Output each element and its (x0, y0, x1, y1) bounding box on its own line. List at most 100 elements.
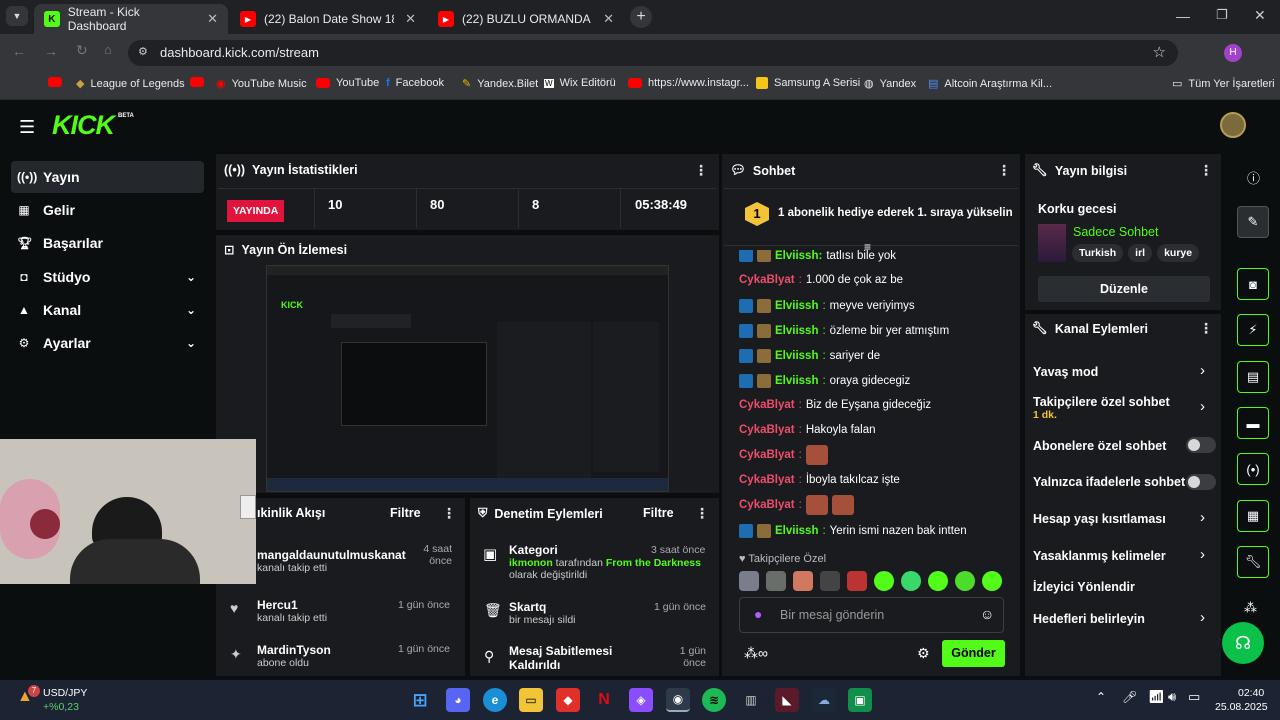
tag-chip[interactable]: irl (1128, 244, 1153, 262)
bookmark-lol[interactable]: ◆ League of Legends (76, 77, 185, 91)
discord-icon[interactable]: ◕ (446, 688, 470, 712)
file-explorer-icon[interactable]: ▭ (519, 688, 543, 712)
hamburger-menu-icon[interactable]: ☰ (19, 117, 35, 138)
back-icon[interactable]: ← (12, 43, 26, 59)
clock-time[interactable]: 02:40 (1238, 687, 1264, 699)
volume-icon[interactable]: 🔊︎ (1168, 689, 1176, 705)
tools-icon[interactable]: 🔧︎ (1237, 546, 1269, 578)
chat-username[interactable]: Elviissh (775, 350, 818, 362)
bookmark-samsung[interactable]: Samsung A Serisi (756, 77, 860, 89)
tab-search-button[interactable]: ▼ (6, 6, 28, 26)
category-name[interactable]: Sadece Sohbet (1073, 225, 1159, 239)
kick-app-icon[interactable]: ▣ (848, 688, 872, 712)
tab-close-icon[interactable]: ✕ (405, 11, 416, 27)
bookmark-yt-3[interactable]: YouTube (316, 77, 379, 89)
home-icon[interactable]: ⌂ (104, 42, 112, 57)
channel-actions-menu-icon[interactable]: ⋮ (1199, 320, 1213, 337)
chat-username[interactable]: CykaBlyat (739, 424, 795, 436)
bookmark-altcoin[interactable]: ▤ Altcoin Araştırma Kil... (928, 77, 1052, 91)
bookmark-yt-2[interactable] (190, 77, 204, 87)
emote-icon[interactable] (928, 571, 948, 591)
steam-icon[interactable]: ☁ (812, 688, 836, 712)
followers-chat-row[interactable]: Takipçilere özel sohbet (1033, 395, 1170, 409)
nav-item-gelir[interactable]: ▦ Gelir (11, 194, 204, 226)
chevron-right-icon[interactable]: › (1200, 362, 1205, 379)
ticker-symbol[interactable]: USD/JPY (43, 687, 87, 699)
activity-menu-icon[interactable]: ⋮ (442, 505, 456, 522)
edge-icon[interactable]: e (483, 688, 507, 712)
app-red-icon[interactable]: ◆ (556, 688, 580, 712)
minimize-button[interactable]: — (1176, 8, 1190, 24)
chevron-right-icon[interactable]: › (1200, 398, 1205, 415)
stats-menu-icon[interactable]: ⋮ (694, 162, 708, 179)
emote-icon[interactable] (766, 571, 786, 591)
emote-icon[interactable] (955, 571, 975, 591)
support-button[interactable]: ☊ (1222, 622, 1264, 664)
info-icon[interactable]: ⓘ (1247, 168, 1260, 187)
window-close-button[interactable]: ✕ (1254, 7, 1266, 24)
kick-logo[interactable]: KICK (52, 110, 115, 141)
bookmark-yt-music[interactable]: ◉ YouTube Music (216, 77, 307, 91)
edit-icon[interactable]: ✎ (1237, 206, 1269, 238)
emotes-chat-toggle[interactable] (1186, 474, 1216, 490)
figma-icon[interactable]: ◈ (629, 688, 653, 712)
nav-item-basarilar[interactable]: 🏆︎ Başarılar (11, 227, 204, 259)
chat-username[interactable]: CykaBlyat (739, 474, 795, 486)
bookmark-yandex-bilet[interactable]: ✎ Yandex.Bilet (462, 77, 538, 91)
moderation-filter-button[interactable]: Filtre (643, 506, 674, 520)
activity-filter-button[interactable]: Filtre (390, 506, 421, 520)
chat-username[interactable]: Elviissh (775, 300, 818, 312)
emote-icon[interactable] (847, 571, 867, 591)
emote-icon[interactable] (793, 571, 813, 591)
bookmark-instagram[interactable]: https://www.instagr... (628, 77, 749, 89)
bookmark-star-icon[interactable]: ☆ (1153, 43, 1166, 61)
chat-extras-icon[interactable]: ⁂∞ (744, 645, 768, 662)
broadcast-icon[interactable]: (•) (1237, 453, 1269, 485)
wifi-icon[interactable]: 📶︎ (1148, 689, 1165, 705)
lightning-icon[interactable]: ⚡︎ (1237, 314, 1269, 346)
chat-username[interactable]: CykaBlyat (739, 399, 795, 411)
chevron-right-icon[interactable]: › (1200, 509, 1205, 526)
emote-icon[interactable] (820, 571, 840, 591)
chevron-right-icon[interactable]: › (1200, 546, 1205, 563)
age-limit-row[interactable]: Hesap yaşı kısıtlaması (1033, 512, 1166, 526)
slow-mode-row[interactable]: Yavaş mod (1033, 365, 1098, 379)
viewer-redirect-row[interactable]: İzleyici Yönlendir (1033, 580, 1135, 594)
windows-start-icon[interactable]: ⊞ (408, 688, 432, 712)
bookmark-wix[interactable]: W Wix Editörü (544, 77, 616, 89)
edit-button[interactable]: Düzenle (1038, 276, 1210, 302)
chat-username[interactable]: CykaBlyat (739, 274, 795, 286)
bookmark-yandex[interactable]: ◍ Yandex (864, 77, 916, 91)
new-tab-button[interactable]: + (630, 6, 652, 28)
document-icon[interactable]: ▤ (1237, 361, 1269, 393)
send-button[interactable]: Gönder (942, 640, 1005, 667)
tag-chip[interactable]: kurye (1157, 244, 1200, 262)
reload-icon[interactable]: ↻ (76, 42, 88, 59)
chat-username[interactable]: CykaBlyat (739, 499, 795, 511)
bookmark-all[interactable]: ▭ Tüm Yer İşaretleri (1172, 77, 1275, 91)
tab-close-icon[interactable]: ✕ (603, 11, 614, 27)
chat-settings-icon[interactable]: ⚙ (917, 645, 930, 662)
spotify-icon[interactable]: ≋ (702, 688, 726, 712)
chat-bubble-icon[interactable]: ▬ (1237, 407, 1269, 439)
nav-item-ayarlar[interactable]: ⚙ Ayarlar ⌄ (11, 327, 204, 359)
chat-menu-icon[interactable]: ⋮ (997, 162, 1011, 179)
browser-tab-kick[interactable]: K Stream - Kick Dashboard ✕ (34, 4, 228, 34)
mic-icon[interactable]: ● (754, 606, 762, 622)
browser-tab-youtube-2[interactable]: ▶ (22) BUZLU ORMANDA KAMP ✕ (428, 4, 624, 34)
nav-item-yayin[interactable]: ((•)) Yayın (11, 161, 204, 193)
chat-username[interactable]: Elviissh (775, 375, 818, 387)
mic-tray-icon[interactable]: 🎤︎ (1122, 690, 1137, 704)
tab-close-icon[interactable]: ✕ (207, 11, 218, 27)
bookmark-facebook[interactable]: f Facebook (386, 77, 444, 89)
browser-tab-youtube-1[interactable]: ▶ (22) Balon Date Show 18. Bölüm ✕ (230, 4, 426, 34)
stream-preview-video[interactable]: KICK (266, 265, 669, 492)
chrome-icon[interactable]: ◉ (666, 688, 690, 712)
library-icon[interactable]: ▥ (739, 688, 763, 712)
nav-item-kanal[interactable]: ▲ Kanal ⌄ (11, 294, 204, 326)
stream-info-menu-icon[interactable]: ⋮ (1199, 162, 1213, 179)
subs-chat-toggle[interactable] (1186, 437, 1216, 453)
tag-chip[interactable]: Turkish (1072, 244, 1124, 262)
emote-icon[interactable] (874, 571, 894, 591)
maximize-button[interactable]: ❐ (1216, 7, 1228, 23)
